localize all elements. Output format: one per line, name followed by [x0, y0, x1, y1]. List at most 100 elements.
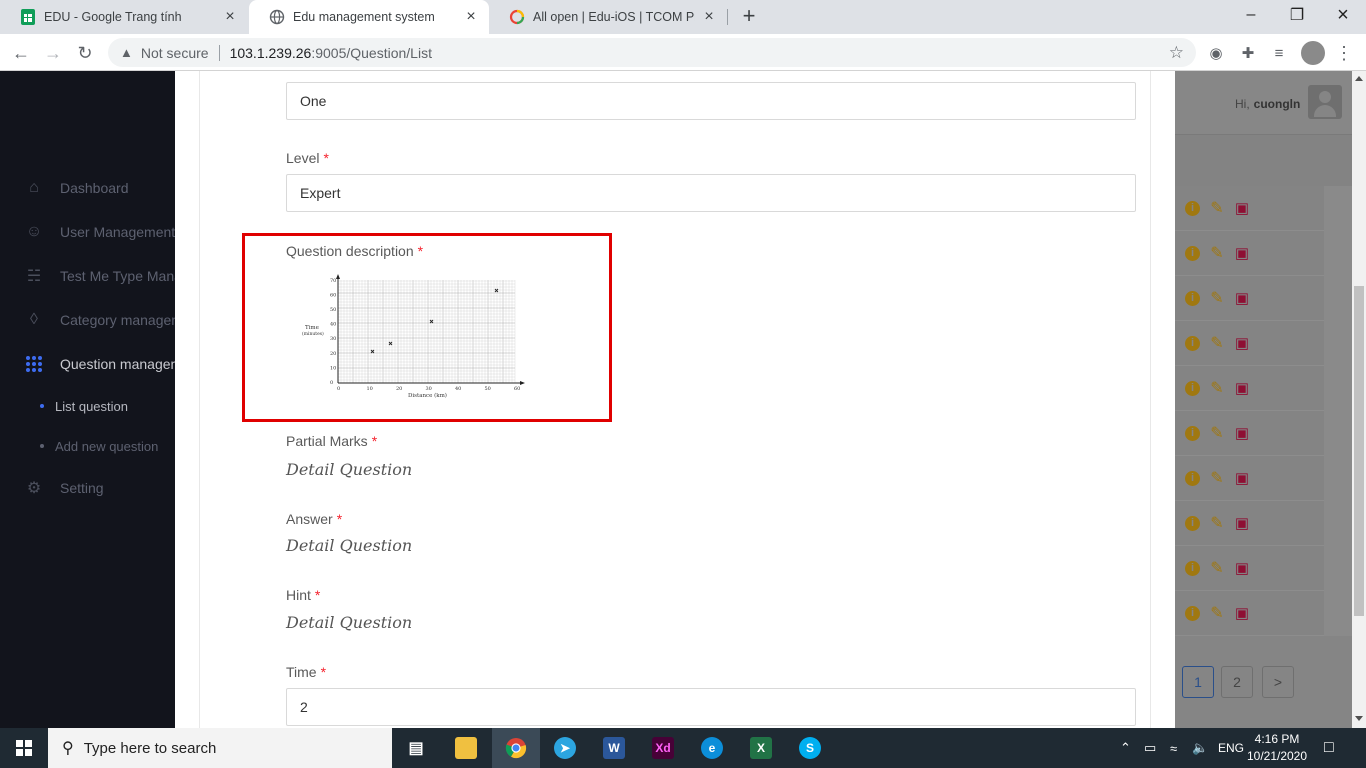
- page-scrollbar[interactable]: [1352, 71, 1366, 728]
- tab-edu-management[interactable]: Edu management system ×: [249, 0, 489, 34]
- sidebar-subitem-list-question[interactable]: List question: [40, 396, 128, 416]
- y-tick-label: 70: [330, 278, 336, 284]
- reload-icon[interactable]: ↻: [72, 40, 98, 66]
- partial-marks-value: Detail Question: [286, 460, 413, 479]
- notification-icon[interactable]: □: [1324, 728, 1334, 768]
- layers-icon: ◊: [30, 311, 38, 328]
- file-explorer-button[interactable]: [442, 728, 490, 768]
- task-view-button[interactable]: ▤: [392, 728, 440, 768]
- edge-button[interactable]: e: [688, 728, 736, 768]
- info-icon[interactable]: i: [1185, 470, 1200, 486]
- question-row: i ✎ ▣: [1175, 501, 1324, 546]
- url-path: :9005/Question/List: [311, 44, 432, 61]
- sidebar-item-category-management[interactable]: ◊ Category managem: [0, 308, 183, 332]
- info-icon[interactable]: i: [1185, 425, 1200, 441]
- trash-icon[interactable]: ▣: [1234, 334, 1250, 352]
- pagination-page-2[interactable]: 2: [1221, 666, 1253, 698]
- camera-icon[interactable]: ◉: [1205, 42, 1227, 64]
- back-arrow-icon[interactable]: ←: [8, 40, 34, 66]
- trash-icon[interactable]: ▣: [1234, 244, 1250, 262]
- level-input[interactable]: Expert: [286, 174, 1136, 212]
- battery-icon[interactable]: ▭: [1144, 728, 1156, 768]
- tab-edu-sheets[interactable]: EDU - Google Trang tính ×: [0, 0, 248, 34]
- close-icon[interactable]: ×: [701, 8, 717, 25]
- app-header: Hi, cuongln: [1175, 71, 1352, 135]
- info-icon[interactable]: i: [1185, 335, 1200, 351]
- taskbar-clock[interactable]: 4:16 PM 10/21/2020: [1244, 731, 1310, 765]
- info-icon[interactable]: i: [1185, 515, 1200, 531]
- minimize-icon[interactable]: –: [1228, 0, 1274, 30]
- trash-icon[interactable]: ▣: [1234, 559, 1250, 577]
- trash-icon[interactable]: ▣: [1234, 289, 1250, 307]
- window-close-icon[interactable]: ×: [1320, 0, 1366, 30]
- info-icon[interactable]: i: [1185, 380, 1200, 396]
- adobe-xd-button[interactable]: Xd: [639, 728, 687, 768]
- kebab-menu-icon[interactable]: ⋮: [1333, 42, 1355, 64]
- extensions-puzzle-icon[interactable]: ✚: [1237, 42, 1259, 64]
- edit-pencil-icon[interactable]: ✎: [1208, 423, 1226, 443]
- trash-icon[interactable]: ▣: [1234, 469, 1250, 487]
- browser-tab-strip: EDU - Google Trang tính × Edu management…: [0, 0, 1366, 34]
- edit-pencil-icon[interactable]: ✎: [1208, 558, 1226, 578]
- tab-edu-ios[interactable]: All open | Edu-iOS | TCOM Projec ×: [489, 0, 727, 34]
- pagination-next[interactable]: >: [1262, 666, 1294, 698]
- sidebar-item-test-me-type[interactable]: ☵ Test Me Type Mana: [0, 264, 182, 288]
- sidebar-subitem-add-new-question[interactable]: Add new question: [40, 436, 158, 456]
- info-icon[interactable]: i: [1185, 560, 1200, 576]
- edit-pencil-icon[interactable]: ✎: [1208, 333, 1226, 353]
- trash-icon[interactable]: ▣: [1234, 604, 1250, 622]
- trash-icon[interactable]: ▣: [1234, 514, 1250, 532]
- answer-label-text: Answer: [286, 511, 333, 527]
- address-bar[interactable]: ▲ Not secure 103.1.239.26 :9005/Question…: [108, 38, 1196, 67]
- new-tab-button[interactable]: +: [738, 5, 760, 28]
- wifi-icon[interactable]: ≈: [1170, 728, 1177, 768]
- sidebar-item-question-management[interactable]: Question manageme: [0, 352, 190, 376]
- restore-icon[interactable]: ❐: [1274, 0, 1320, 30]
- telegram-button[interactable]: ➤: [541, 728, 589, 768]
- sidebar-item-setting[interactable]: ⚙ Setting: [0, 476, 104, 500]
- sidebar-item-dashboard[interactable]: ⌂ Dashboard: [0, 176, 128, 200]
- tray-chevron-icon[interactable]: ⌃: [1120, 728, 1131, 768]
- volume-icon[interactable]: 🔈: [1192, 728, 1208, 768]
- taskbar-search[interactable]: ⚲ Type here to search: [48, 728, 392, 768]
- edit-pencil-icon[interactable]: ✎: [1208, 198, 1226, 218]
- user-icon: ☺: [25, 223, 43, 240]
- chrome-button[interactable]: [492, 728, 540, 768]
- edit-pencil-icon[interactable]: ✎: [1208, 378, 1226, 398]
- edit-pencil-icon[interactable]: ✎: [1208, 288, 1226, 308]
- edit-pencil-icon[interactable]: ✎: [1208, 513, 1226, 533]
- pagination-page-1[interactable]: 1: [1182, 666, 1214, 698]
- skype-button[interactable]: S: [786, 728, 834, 768]
- info-icon[interactable]: i: [1185, 605, 1200, 621]
- trash-icon[interactable]: ▣: [1234, 424, 1250, 442]
- edit-pencil-icon[interactable]: ✎: [1208, 243, 1226, 263]
- profile-avatar[interactable]: [1301, 41, 1325, 65]
- word-button[interactable]: W: [590, 728, 638, 768]
- start-button[interactable]: [0, 728, 48, 768]
- info-icon[interactable]: i: [1185, 200, 1200, 216]
- list-scroll-track[interactable]: [1324, 186, 1352, 636]
- language-indicator[interactable]: ENG: [1218, 728, 1244, 768]
- adobe-xd-icon: Xd: [652, 737, 674, 759]
- sidebar-item-user-management[interactable]: ☺ User Management: [0, 220, 175, 244]
- scroll-up-arrow-icon[interactable]: [1355, 76, 1363, 81]
- edit-pencil-icon[interactable]: ✎: [1208, 468, 1226, 488]
- info-icon[interactable]: i: [1185, 245, 1200, 261]
- forward-arrow-icon[interactable]: →: [40, 40, 66, 66]
- excel-button[interactable]: X: [737, 728, 785, 768]
- scrollbar-thumb[interactable]: [1354, 286, 1364, 616]
- x-tick-label: 10: [367, 386, 373, 392]
- info-icon[interactable]: i: [1185, 290, 1200, 306]
- trash-icon[interactable]: ▣: [1234, 199, 1250, 217]
- app-page: ⌂ Dashboard ☺ User Management ☵ Test Me …: [0, 71, 1352, 728]
- trash-icon[interactable]: ▣: [1234, 379, 1250, 397]
- media-queue-icon[interactable]: ≡: [1268, 42, 1290, 64]
- edit-pencil-icon[interactable]: ✎: [1208, 603, 1226, 623]
- time-input[interactable]: 2: [286, 688, 1136, 726]
- scroll-down-arrow-icon[interactable]: [1355, 716, 1363, 721]
- close-icon[interactable]: ×: [222, 8, 238, 25]
- close-icon[interactable]: ×: [463, 8, 479, 25]
- user-avatar[interactable]: [1308, 85, 1342, 119]
- bookmark-star-icon[interactable]: ☆: [1169, 43, 1184, 63]
- first-field-input[interactable]: One: [286, 82, 1136, 120]
